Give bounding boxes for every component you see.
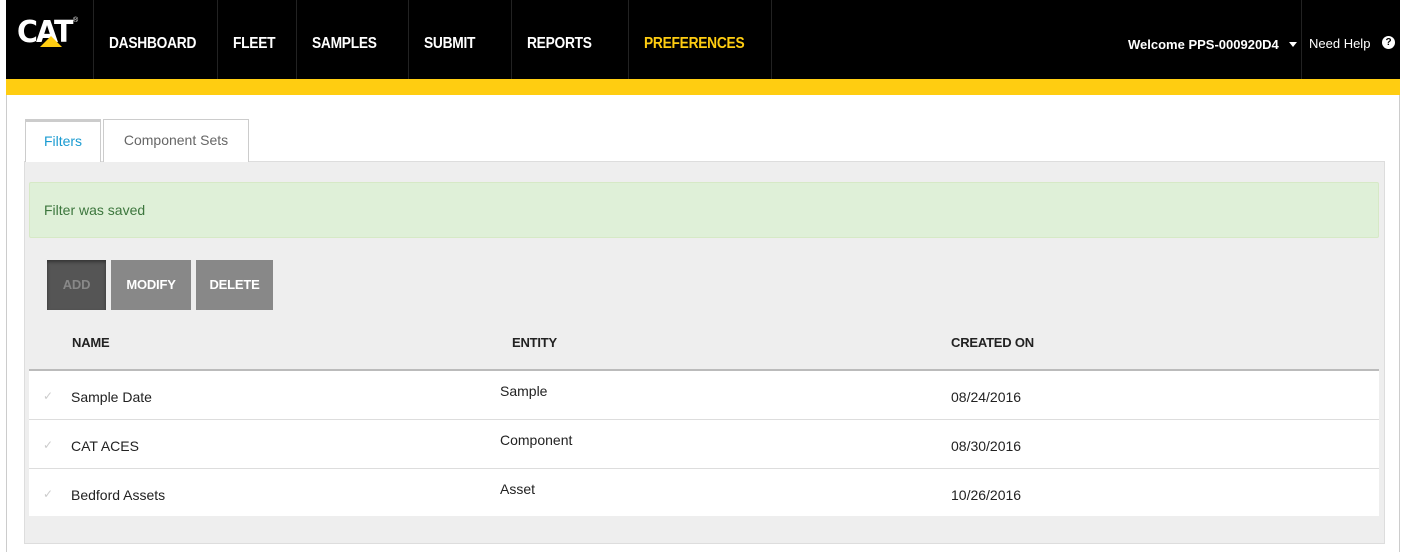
logo-registered-mark: ®	[73, 17, 79, 24]
nav-divider	[93, 0, 94, 79]
nav-item-samples[interactable]: SAMPLES	[312, 35, 377, 53]
nav-divider	[511, 0, 512, 79]
column-header-created-on[interactable]: CREATED ON	[951, 335, 1034, 350]
nav-divider	[296, 0, 297, 79]
cell-created-on: 10/26/2016	[951, 487, 1022, 503]
nav-divider	[1301, 0, 1302, 79]
modify-button[interactable]: MODIFY	[111, 260, 191, 310]
nav-item-submit[interactable]: SUBMIT	[424, 35, 475, 53]
cell-name: Bedford Assets	[71, 487, 166, 503]
nav-item-reports[interactable]: REPORTS	[527, 35, 592, 53]
check-icon[interactable]: ✓	[43, 487, 53, 501]
table-row[interactable]: ✓ Bedford Assets Asset 10/26/2016	[29, 469, 1379, 518]
logo-triangle-icon	[40, 36, 62, 47]
filters-panel: Filter was saved ADD MODIFY DELETE NAME …	[24, 161, 1385, 544]
delete-button[interactable]: DELETE	[196, 260, 273, 310]
need-help-link[interactable]: Need Help	[1309, 36, 1370, 51]
column-header-entity[interactable]: ENTITY	[512, 335, 557, 350]
tab-component-sets[interactable]: Component Sets	[103, 119, 249, 162]
add-button[interactable]: ADD	[47, 260, 106, 310]
cell-entity: Component	[500, 432, 573, 448]
nav-item-fleet[interactable]: FLEET	[233, 35, 276, 53]
top-navigation: CAT ® DASHBOARD FLEET SAMPLES SUBMIT REP…	[6, 0, 1400, 79]
column-header-name[interactable]: NAME	[72, 335, 110, 350]
nav-divider	[771, 0, 772, 79]
table-row[interactable]: ✓ Sample Date Sample 08/24/2016	[29, 371, 1379, 420]
app-frame: CAT ® DASHBOARD FLEET SAMPLES SUBMIT REP…	[6, 0, 1400, 552]
caret-down-icon[interactable]	[1289, 42, 1297, 47]
cell-created-on: 08/30/2016	[951, 438, 1022, 454]
main-content: Filters Component Sets Filter was saved …	[6, 95, 1400, 552]
cell-name: CAT ACES	[71, 438, 139, 454]
filters-table: ✓ Sample Date Sample 08/24/2016 ✓ CAT AC…	[29, 369, 1379, 516]
cell-entity: Sample	[500, 383, 548, 399]
question-circle-icon[interactable]: ?	[1382, 36, 1395, 49]
cell-created-on: 08/24/2016	[951, 389, 1022, 405]
cell-entity: Asset	[500, 481, 536, 497]
check-icon[interactable]: ✓	[43, 389, 53, 403]
tab-filters[interactable]: Filters	[25, 119, 101, 162]
table-row[interactable]: ✓ CAT ACES Component 08/30/2016	[29, 420, 1379, 469]
nav-item-preferences[interactable]: PREFERENCES	[644, 35, 745, 53]
nav-item-dashboard[interactable]: DASHBOARD	[109, 35, 196, 53]
welcome-user-menu[interactable]: Welcome PPS-000920D4	[1128, 37, 1279, 52]
cell-name: Sample Date	[71, 389, 152, 405]
nav-divider	[217, 0, 218, 79]
brand-accent-bar	[6, 79, 1400, 95]
nav-divider	[628, 0, 629, 79]
cat-logo[interactable]: CAT ®	[17, 15, 79, 50]
nav-divider	[408, 0, 409, 79]
check-icon[interactable]: ✓	[43, 438, 53, 452]
success-alert: Filter was saved	[29, 182, 1379, 238]
